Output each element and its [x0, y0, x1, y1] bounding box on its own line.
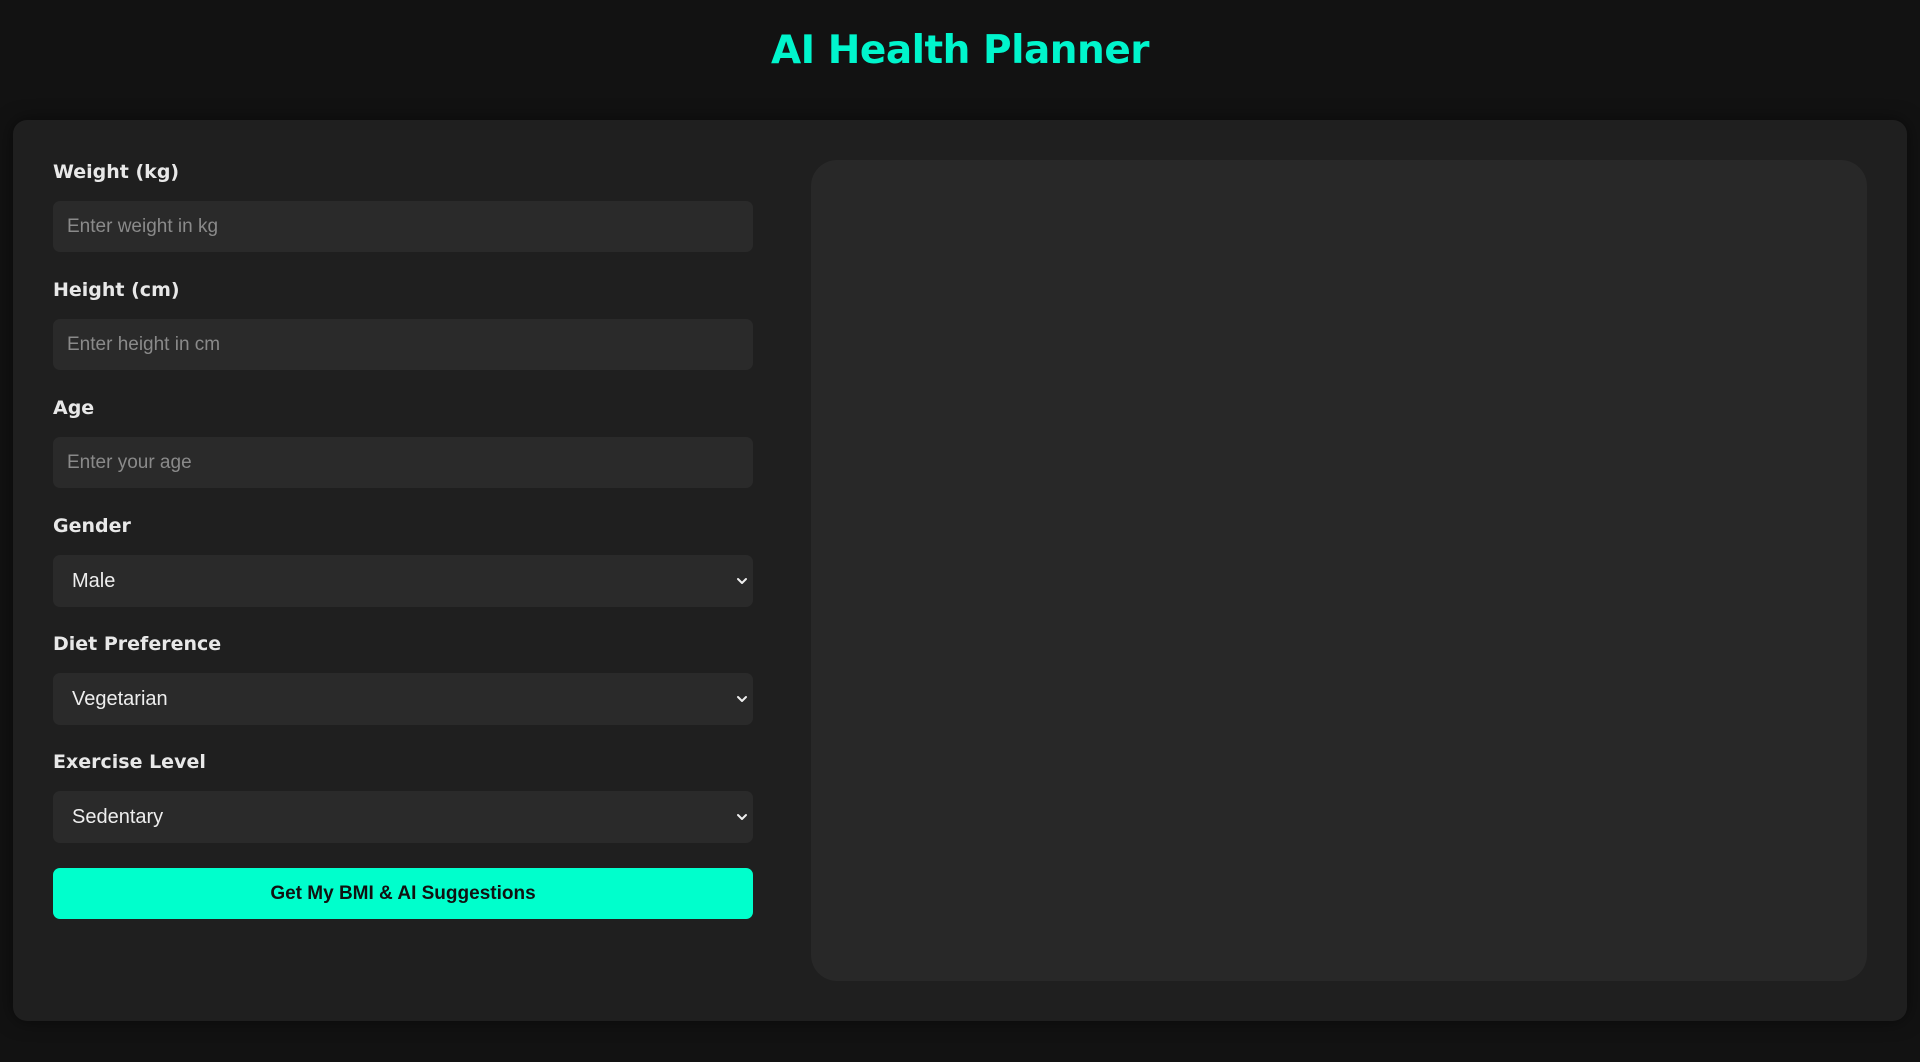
height-label: Height (cm)	[53, 279, 180, 301]
age-label: Age	[53, 397, 95, 419]
weight-input[interactable]	[53, 201, 753, 252]
results-panel	[811, 160, 1867, 981]
gender-select[interactable]: Male	[53, 555, 753, 607]
get-bmi-suggestions-button[interactable]: Get My BMI & AI Suggestions	[53, 868, 753, 919]
age-input[interactable]	[53, 437, 753, 488]
diet-preference-label: Diet Preference	[53, 633, 222, 655]
exercise-level-select[interactable]: Sedentary	[53, 791, 753, 843]
chevron-down-icon	[737, 696, 747, 702]
chevron-down-icon	[737, 578, 747, 584]
gender-select-value: Male	[72, 570, 116, 592]
exercise-level-select-value: Sedentary	[72, 806, 164, 828]
health-form: Weight (kg) Height (cm) Age Gender Male …	[53, 160, 753, 919]
gender-label: Gender	[53, 515, 131, 537]
planner-card: Weight (kg) Height (cm) Age Gender Male …	[13, 120, 1907, 1021]
diet-preference-select-value: Vegetarian	[72, 688, 168, 710]
height-input[interactable]	[53, 319, 753, 370]
page-title: AI Health Planner	[770, 28, 1150, 73]
exercise-level-label: Exercise Level	[53, 751, 206, 773]
diet-preference-select[interactable]: Vegetarian	[53, 673, 753, 725]
weight-label: Weight (kg)	[53, 161, 180, 183]
chevron-down-icon	[737, 814, 747, 820]
